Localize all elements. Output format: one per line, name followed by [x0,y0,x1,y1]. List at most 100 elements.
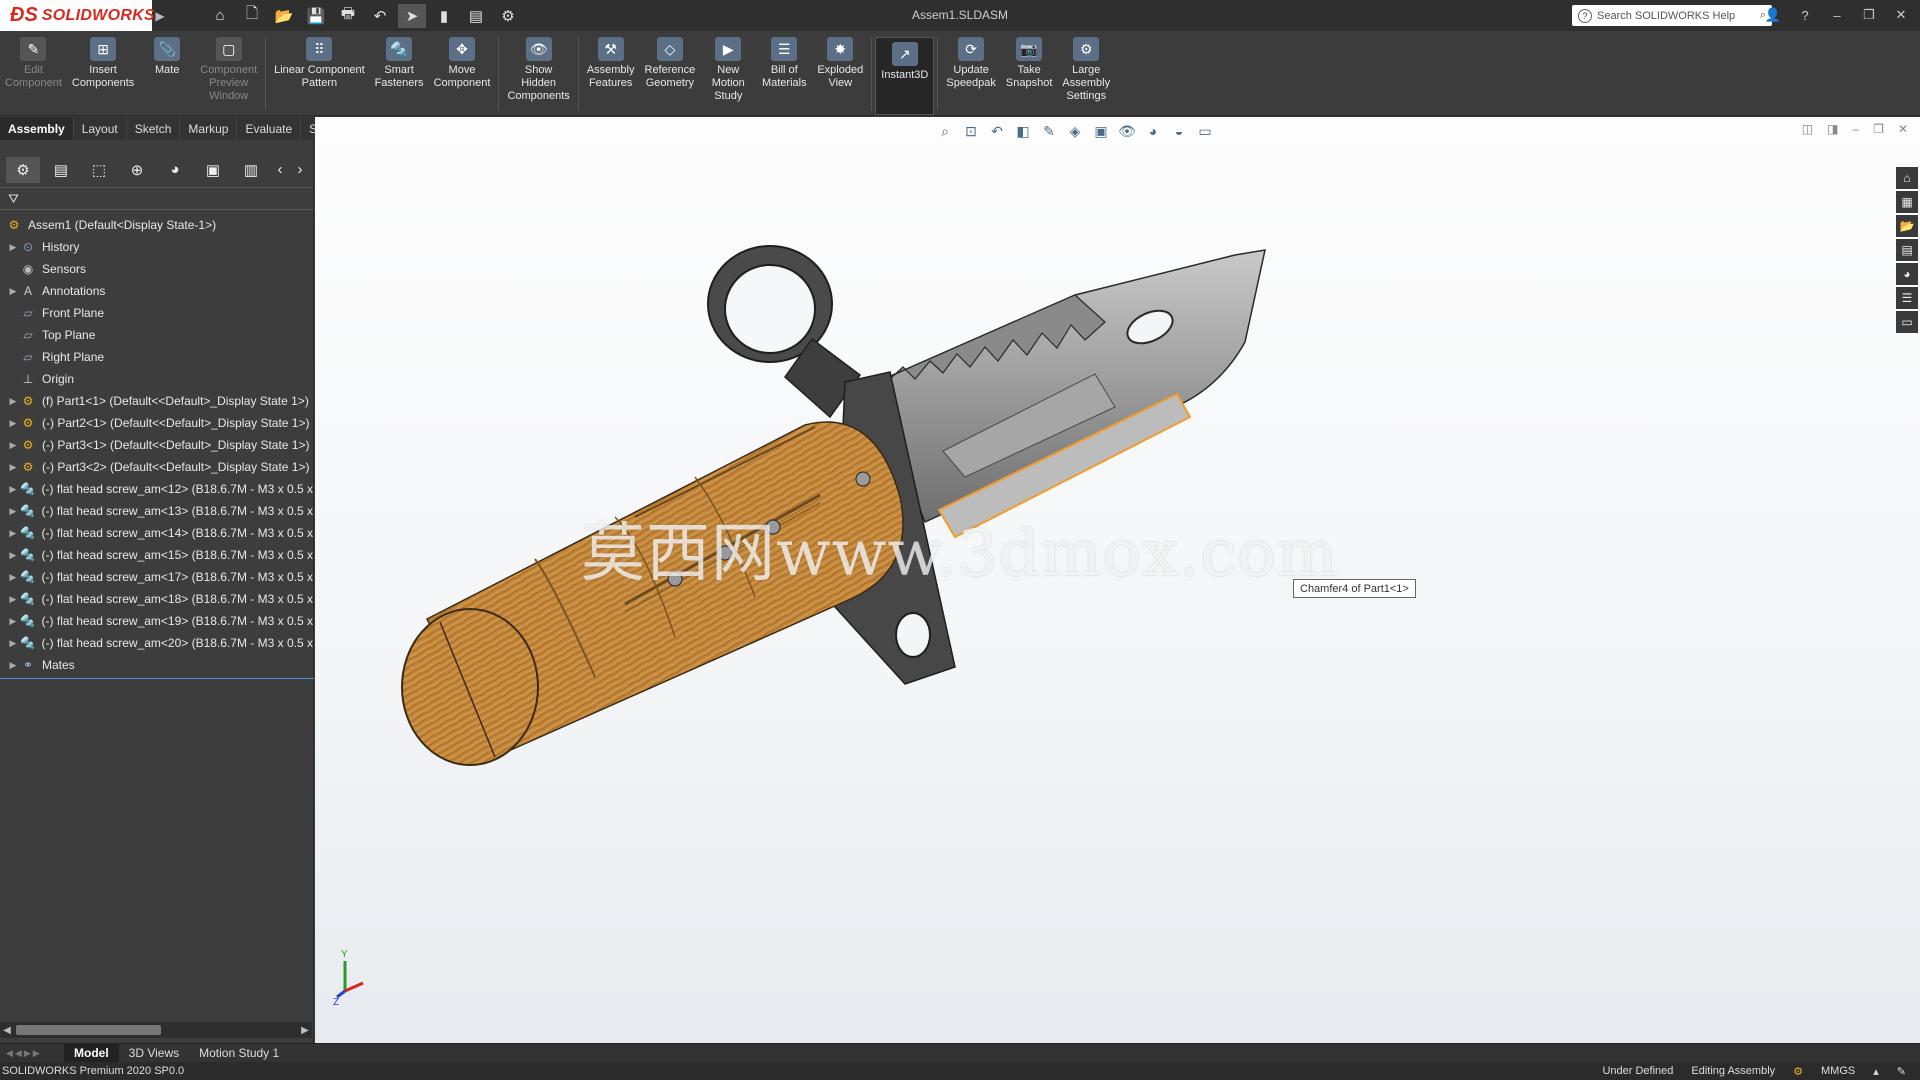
expand-arrow-icon[interactable]: ▶ [6,550,20,561]
tab-evaluate[interactable]: Evaluate [237,117,302,140]
graphics-area[interactable]: ⌕ ⊡ ↶ ◧ ✎ ◈ ▣ 👁 ◕ ◒ ▭ ◫ ◨ – ❐ ✕ 莫西网www.3… [315,117,1920,1043]
options-gear-icon[interactable]: ⚙ [494,4,522,28]
view-palette-icon[interactable]: ▤ [1896,239,1918,261]
help-icon[interactable]: ? [1794,4,1816,26]
tree-node[interactable]: ▶ 🔩 (-) flat head screw_am<18> (B18.6.7M -… [0,588,313,610]
command-linear-pattern-button[interactable]: ⠿ Linear Component Pattern [269,37,370,115]
tree-node[interactable]: ▶ 🔩 (-) flat head screw_am<20> (B18.6.7M -… [0,632,313,654]
rebuild-icon[interactable]: ⚙ [1793,1065,1803,1078]
tree-node[interactable]: ▶ ⚙ (-) Part3<2> (Default<<Default>_Displa… [0,456,313,478]
knife-blade[interactable] [869,249,1266,539]
tab-assembly[interactable]: Assembly [0,117,74,140]
scrollbar-thumb[interactable] [16,1025,161,1035]
quick-tips-icon[interactable]: ✎ [1897,1065,1906,1078]
file-explorer-icon[interactable]: 📂 [1896,215,1918,237]
print-icon[interactable]: 🖶 [334,4,362,28]
display-manager-tab-icon[interactable]: ◕ [158,157,192,183]
expand-arrow-icon[interactable]: ▶ [6,506,20,517]
expand-arrow-icon[interactable]: ▶ [6,462,20,473]
traffic-light-icon[interactable]: ▮ [430,4,458,28]
solidworks-resources-icon[interactable]: ⌂ [1896,167,1918,189]
command-reference-geometry-button[interactable]: ◇ Reference Geometry [640,37,701,115]
cam-feature-tab-icon[interactable]: ▣ [196,157,230,183]
screw-head[interactable] [717,545,733,561]
search-input[interactable]: Search SOLIDWORKS Help [1597,10,1760,22]
knife-ring[interactable] [707,245,862,419]
tree-horizontal-scrollbar[interactable]: ◀ ▶ [0,1022,312,1038]
command-move-component-button[interactable]: ✥ Move Component [429,37,496,115]
screw-head[interactable] [667,571,683,587]
tree-node[interactable]: ▶ 🔩 (-) flat head screw_am<12> (B18.6.7M -… [0,478,313,500]
home-icon[interactable]: ⌂ [206,4,234,28]
scroll-right-icon[interactable]: ▶ [298,1025,312,1036]
tree-node[interactable]: ▶ A Annotations [0,280,313,302]
tree-node[interactable]: ▶ ⚙ (-) Part3<1> (Default<<Default>_Displa… [0,434,313,456]
bottom-tab-model[interactable]: Model [64,1043,119,1063]
menu-expand-arrow-icon[interactable]: ▶ [152,0,168,31]
command-mate-button[interactable]: 📎 Mate [139,37,195,115]
tree-filter[interactable]: ⛛ [0,188,313,210]
command-insert-components-button[interactable]: ⊞ Insert Components [67,37,139,115]
tree-node[interactable]: ▶ 🔩 (-) flat head screw_am<15> (B18.6.7M -… [0,544,313,566]
save-icon[interactable]: 💾 [302,4,330,28]
tree-node[interactable]: ▱ Front Plane [0,302,313,324]
tab-navigation-arrows-icon[interactable]: ◀◀▶▶ [0,1048,64,1059]
tree-node[interactable]: ▶ ⏲ History [0,236,313,258]
close-icon[interactable]: ✕ [1890,4,1912,26]
expand-arrow-icon[interactable]: ▶ [6,242,20,253]
command-bill-of-materials-button[interactable]: ☰ Bill of Materials [756,37,812,115]
tab-layout[interactable]: Layout [74,117,127,140]
panel-scroll-right-icon[interactable]: › [292,157,308,183]
tree-node[interactable]: ⊥ Origin [0,368,313,390]
expand-arrow-icon[interactable]: ▶ [6,660,20,671]
expand-arrow-icon[interactable]: ▶ [6,286,20,297]
command-motion-study-button[interactable]: ▶ New Motion Study [700,37,756,115]
appearances-icon[interactable]: ◕ [1896,263,1918,285]
design-library-icon[interactable]: ▦ [1896,191,1918,213]
expand-arrow-icon[interactable]: ▶ [6,616,20,627]
status-units[interactable]: MMGS [1821,1065,1855,1077]
expand-arrow-icon[interactable]: ▶ [6,484,20,495]
knife-model[interactable] [315,117,1920,1043]
file-properties-icon[interactable]: ▤ [462,4,490,28]
scroll-left-icon[interactable]: ◀ [0,1025,14,1036]
minimize-icon[interactable]: – [1826,4,1848,26]
tree-node[interactable]: ▶ ⚭ Mates [0,654,313,676]
tab-markup[interactable]: Markup [180,117,238,140]
undo-icon[interactable]: ↶ [366,4,394,28]
expand-arrow-icon[interactable]: ▶ [6,638,20,649]
bottom-tab-3d-views[interactable]: 3D Views [119,1044,189,1063]
command-exploded-view-button[interactable]: ✸ Exploded View [812,37,868,115]
panel-scroll-left-icon[interactable]: ‹ [272,157,288,183]
tree-node[interactable]: ▶ 🔩 (-) flat head screw_am<14> (B18.6.7M -… [0,522,313,544]
expand-arrow-icon[interactable]: ▶ [6,418,20,429]
tab-sketch[interactable]: Sketch [127,117,181,140]
open-icon[interactable]: 📂 [270,4,298,28]
tree-node[interactable]: ▶ 🔩 (-) flat head screw_am<19> (B18.6.7M -… [0,610,313,632]
solidworks-logo[interactable]: ƉS SOLIDWORKS [0,0,155,31]
knife-handle[interactable] [401,421,904,766]
select-pointer-icon[interactable]: ➤ [398,3,426,28]
command-show-hidden-button[interactable]: 👁 Show Hidden Components [502,37,574,115]
command-component-preview-button[interactable]: ▢ Component Preview Window [195,37,262,115]
command-smart-fasteners-button[interactable]: 🔩 Smart Fasteners [370,37,429,115]
tree-node[interactable]: ◉ Sensors [0,258,313,280]
property-manager-tab-icon[interactable]: ▤ [44,157,78,183]
expand-arrow-icon[interactable]: ▶ [6,594,20,605]
restore-icon[interactable]: ❐ [1858,4,1880,26]
cam-operation-tab-icon[interactable]: ▥ [234,157,268,183]
expand-arrow-icon[interactable]: ▶ [6,396,20,407]
tree-node[interactable]: ▶ 🔩 (-) flat head screw_am<17> (B18.6.7M -… [0,566,313,588]
feature-manager-tab-icon[interactable]: ⚙ [6,156,40,183]
expand-arrow-icon[interactable]: ▶ [6,528,20,539]
expand-arrow-icon[interactable]: ▶ [6,440,20,451]
command-edit-component-button[interactable]: ✎ Edit Component [0,37,67,115]
screw-head[interactable] [765,519,781,535]
forum-icon[interactable]: ▭ [1896,311,1918,333]
configuration-manager-tab-icon[interactable]: ⬚ [82,157,116,183]
custom-properties-icon[interactable]: ☰ [1896,287,1918,309]
screw-head[interactable] [855,471,871,487]
user-icon[interactable]: 👤 [1762,4,1784,26]
new-document-icon[interactable]: 🗋 [238,4,266,28]
command-snapshot-button[interactable]: 📷 Take Snapshot [1001,37,1057,115]
